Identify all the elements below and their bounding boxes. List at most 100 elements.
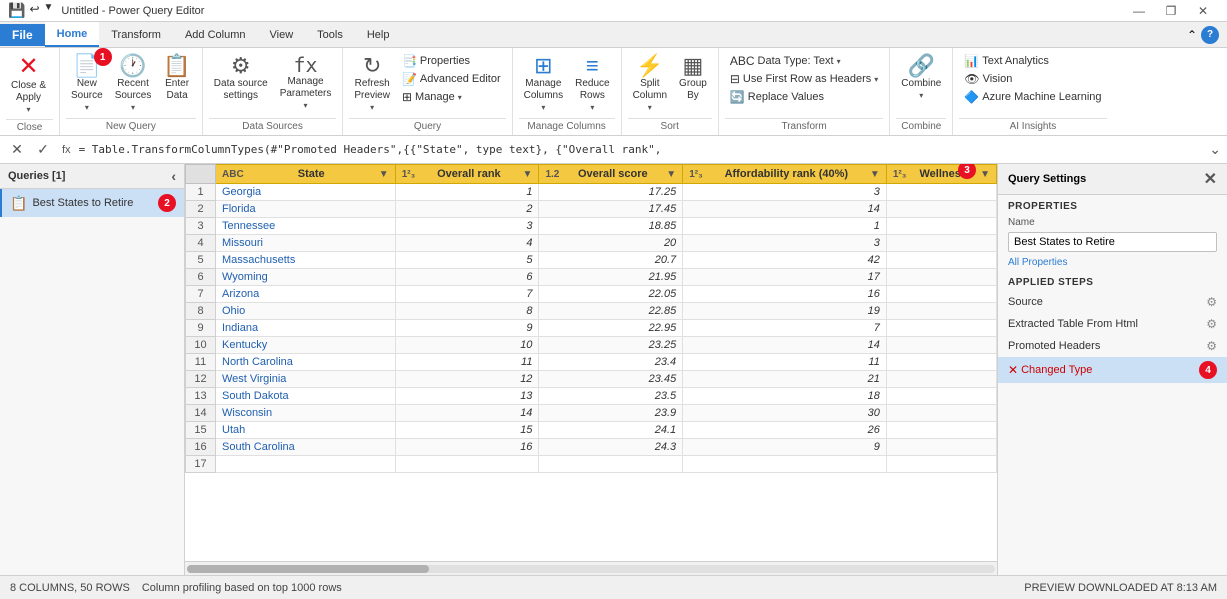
split-column-button[interactable]: ⚡ SplitColumn ▾ <box>628 52 672 115</box>
manage-button[interactable]: ⊞ Manage ▾ <box>397 88 506 106</box>
recent-sources-button[interactable]: 🕐 RecentSources ▾ <box>110 52 157 115</box>
state-cell: Missouri <box>216 235 396 252</box>
minimize-btn[interactable]: — <box>1123 0 1155 22</box>
afford-cell: 18 <box>683 388 887 405</box>
rank-cell <box>395 456 539 473</box>
wellness-cell <box>886 422 996 439</box>
formula-confirm-btn[interactable]: ✓ <box>32 139 54 161</box>
refresh-preview-icon: ↻ <box>363 55 381 77</box>
manage-columns-icon: ⊞ <box>534 55 552 77</box>
afford-type-icon: 1²₃ <box>689 169 703 180</box>
group-by-button[interactable]: ▦ GroupBy <box>674 52 712 105</box>
afford-cell: 21 <box>683 371 887 388</box>
rank-filter-icon[interactable]: ▼ <box>523 169 533 180</box>
manage-parameters-button[interactable]: fx ManageParameters ▾ <box>275 52 337 113</box>
panel-collapse-btn[interactable]: ‹ <box>171 168 176 184</box>
advanced-editor-button[interactable]: 📝 Advanced Editor <box>397 70 506 88</box>
manage-columns-dropdown[interactable]: ▾ <box>541 103 545 112</box>
manage-dropdown[interactable]: ▾ <box>458 93 462 102</box>
reduce-rows-button[interactable]: ≡ ReduceRows ▾ <box>570 52 614 115</box>
refresh-dropdown[interactable]: ▾ <box>370 103 374 112</box>
state-cell: Tennessee <box>216 218 396 235</box>
enter-data-button[interactable]: 📋 EnterData <box>158 52 195 105</box>
data-type-dropdown[interactable]: ▾ <box>837 57 841 66</box>
reduce-rows-dropdown[interactable]: ▾ <box>590 103 594 112</box>
new-source-dropdown[interactable]: ▾ <box>85 103 89 112</box>
state-filter-icon[interactable]: ▼ <box>379 169 389 180</box>
split-column-label: SplitColumn <box>633 78 667 102</box>
table-row: 9 Indiana 9 22.95 7 <box>186 320 997 337</box>
split-dropdown[interactable]: ▾ <box>648 103 652 112</box>
tab-tools[interactable]: Tools <box>305 22 355 47</box>
step-changed-type[interactable]: ✕ Changed Type 4 <box>998 357 1227 383</box>
data-panel: ABC State ▼ 1²₃ Overall rank ▼ <box>185 164 997 575</box>
state-cell: Utah <box>216 422 396 439</box>
first-row-dropdown[interactable]: ▾ <box>874 75 878 84</box>
tab-transform[interactable]: Transform <box>99 22 173 47</box>
use-first-row-button[interactable]: ⊟ Use First Row as Headers ▾ <box>725 70 883 88</box>
dropdown-icon[interactable]: ▼ <box>44 2 54 19</box>
step-promoted-gear[interactable]: ⚙ <box>1206 339 1217 353</box>
all-properties-link[interactable]: All Properties <box>998 254 1227 271</box>
azure-ml-icon: 🔷 <box>964 90 979 104</box>
manage-columns-content: ⊞ ManageColumns ▾ ≡ ReduceRows ▾ <box>519 52 615 116</box>
close-apply-button[interactable]: ✕ Close &Apply ▾ <box>6 52 51 117</box>
manage-columns-button[interactable]: ⊞ ManageColumns ▾ <box>519 52 568 115</box>
step-source[interactable]: Source ⚙ <box>998 291 1227 313</box>
text-analytics-button[interactable]: 📊 Text Analytics <box>959 52 1106 70</box>
combine-dropdown[interactable]: ▾ <box>919 91 923 100</box>
wellness-filter-icon[interactable]: ▼ <box>980 169 990 180</box>
wellness-cell <box>886 439 996 456</box>
query-settings-title: Query Settings <box>1008 173 1086 185</box>
new-source-button[interactable]: 📄 NewSource ▾ 1 <box>66 52 108 115</box>
step-extracted-table[interactable]: Extracted Table From Html ⚙ <box>998 313 1227 335</box>
query-item-best-states[interactable]: 📋 Best States to Retire 2 <box>0 189 184 217</box>
h-scroll-thumb[interactable] <box>187 565 429 573</box>
recent-sources-dropdown[interactable]: ▾ <box>131 103 135 112</box>
undo-icon[interactable]: ↩ <box>29 2 39 19</box>
afford-cell: 11 <box>683 354 887 371</box>
close-apply-label: Close &Apply <box>11 80 46 104</box>
h-scroll-track[interactable] <box>187 565 995 573</box>
formula-cancel-btn[interactable]: ✕ <box>6 139 28 161</box>
data-source-settings-button[interactable]: ⚙ Data sourcesettings <box>209 52 273 105</box>
horizontal-scrollbar[interactable] <box>185 561 997 575</box>
afford-cell: 30 <box>683 405 887 422</box>
name-prop-input[interactable] <box>1008 232 1217 252</box>
azure-ml-button[interactable]: 🔷 Azure Machine Learning <box>959 88 1106 106</box>
grid-scroll[interactable]: ABC State ▼ 1²₃ Overall rank ▼ <box>185 164 997 561</box>
data-type-button[interactable]: ABC Data Type: Text ▾ <box>725 52 883 70</box>
save-icon[interactable]: 💾 <box>8 2 25 19</box>
close-window-btn[interactable]: ✕ <box>1187 0 1219 22</box>
queries-title: Queries [1] <box>8 170 65 182</box>
tab-help[interactable]: Help <box>355 22 402 47</box>
afford-filter-icon[interactable]: ▼ <box>870 169 880 180</box>
tab-home[interactable]: Home <box>45 22 100 47</box>
wellness-cell <box>886 456 996 473</box>
help-button[interactable]: ? <box>1201 26 1219 44</box>
combine-button[interactable]: 🔗 Combine ▾ <box>896 52 946 103</box>
step-source-gear[interactable]: ⚙ <box>1206 295 1217 309</box>
state-cell: Massachusetts <box>216 252 396 269</box>
refresh-preview-button[interactable]: ↻ RefreshPreview ▾ <box>349 52 395 115</box>
properties-button[interactable]: 📑 Properties <box>397 52 506 70</box>
score-filter-icon[interactable]: ▼ <box>666 169 676 180</box>
ribbon-group-sort: ⚡ SplitColumn ▾ ▦ GroupBy Sort <box>622 48 719 135</box>
table-row: 15 Utah 15 24.1 26 <box>186 422 997 439</box>
wellness-col-header: 1²₃ Wellness ▼ 3 <box>886 165 996 184</box>
maximize-btn[interactable]: ❐ <box>1155 0 1187 22</box>
state-col-label: State <box>298 168 325 180</box>
ribbon-collapse-icon[interactable]: ⌃ <box>1187 28 1197 42</box>
tab-add-column[interactable]: Add Column <box>173 22 258 47</box>
step-extracted-gear[interactable]: ⚙ <box>1206 317 1217 331</box>
formula-input[interactable] <box>79 143 1206 156</box>
vision-button[interactable]: 👁 Vision <box>959 70 1106 88</box>
replace-values-button[interactable]: 🔄 Replace Values <box>725 88 883 106</box>
file-tab[interactable]: File <box>0 24 45 46</box>
formula-expand-btn[interactable]: ⌄ <box>1209 141 1221 158</box>
query-settings-close-btn[interactable]: ✕ <box>1204 169 1217 189</box>
step-promoted-headers[interactable]: Promoted Headers ⚙ <box>998 335 1227 357</box>
close-apply-dropdown[interactable]: ▾ <box>27 105 31 114</box>
manage-params-dropdown[interactable]: ▾ <box>304 101 308 110</box>
tab-view[interactable]: View <box>258 22 306 47</box>
